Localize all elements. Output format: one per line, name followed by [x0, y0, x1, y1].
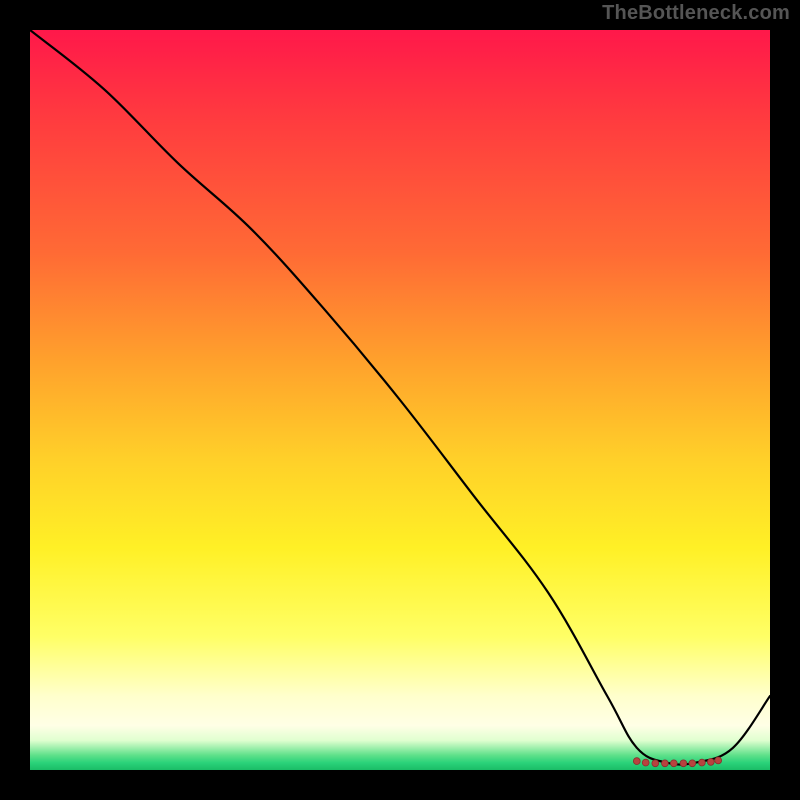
optimal-dot — [642, 759, 649, 766]
plot-area — [30, 30, 770, 770]
watermark-text: TheBottleneck.com — [602, 2, 790, 25]
optimal-dot — [680, 760, 687, 767]
optimal-dot — [715, 757, 722, 764]
optimal-dot — [699, 759, 706, 766]
chart-frame: TheBottleneck.com — [0, 0, 800, 800]
optimal-dot — [662, 760, 669, 767]
plot-svg — [30, 30, 770, 770]
optimal-dot — [689, 760, 696, 767]
optimal-dot — [633, 758, 640, 765]
optimal-dot — [670, 760, 677, 767]
bottleneck-curve — [30, 30, 770, 765]
optimal-dot — [652, 760, 659, 767]
optimal-dot — [707, 759, 714, 766]
